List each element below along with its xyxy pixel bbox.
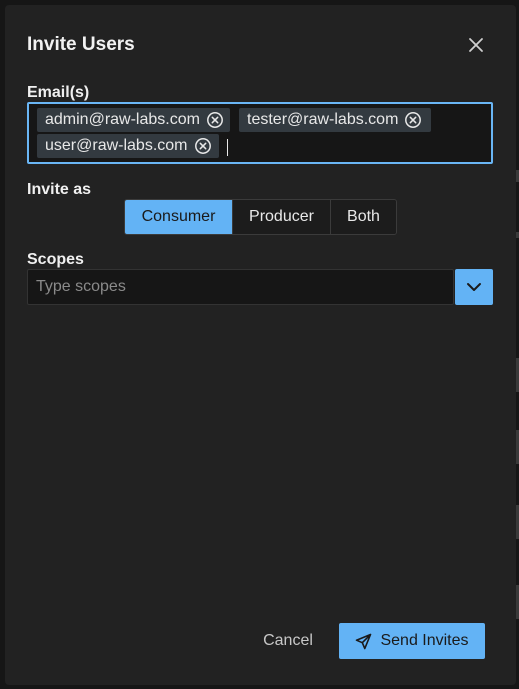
email-chip: admin@raw-labs.com (37, 108, 230, 132)
scopes-label: Scopes (27, 251, 84, 268)
send-icon[interactable] (355, 633, 372, 650)
remove-circle-icon[interactable] (206, 111, 224, 129)
invite-as-consumer[interactable]: Consumer (125, 200, 232, 234)
send-invites-label: Send Invites (380, 632, 469, 649)
dialog-title: Invite Users (27, 34, 135, 55)
chevron-down-icon[interactable] (466, 282, 482, 292)
email-chip: user@raw-labs.com (37, 134, 219, 158)
scopes-dropdown-button[interactable] (455, 269, 493, 305)
emails-label: Email(s) (27, 84, 90, 101)
emails-input[interactable]: admin@raw-labs.com tester@raw-labs.com u… (27, 102, 493, 164)
invite-as-toggle-group: Consumer Producer Both (124, 199, 397, 235)
invite-as-label: Invite as (27, 181, 92, 198)
send-invites-button[interactable]: Send Invites (339, 623, 485, 659)
email-chip: tester@raw-labs.com (239, 108, 431, 132)
invite-users-dialog: Invite Users Email(s) admin@raw-labs.com… (5, 5, 516, 685)
scopes-input[interactable] (27, 269, 454, 305)
close-icon[interactable] (468, 37, 484, 53)
remove-email-button[interactable] (404, 111, 422, 129)
invite-as-producer[interactable]: Producer (232, 200, 330, 234)
remove-circle-icon[interactable] (194, 137, 212, 155)
email-chip-text: admin@raw-labs.com (45, 111, 200, 128)
invite-as-both[interactable]: Both (330, 200, 396, 234)
remove-email-button[interactable] (206, 111, 224, 129)
remove-email-button[interactable] (194, 137, 212, 155)
email-chip-text: user@raw-labs.com (45, 137, 188, 154)
text-caret (227, 139, 228, 156)
email-chip-text: tester@raw-labs.com (247, 111, 399, 128)
close-button[interactable] (465, 34, 487, 56)
remove-circle-icon[interactable] (404, 111, 422, 129)
cancel-button[interactable]: Cancel (253, 623, 323, 659)
